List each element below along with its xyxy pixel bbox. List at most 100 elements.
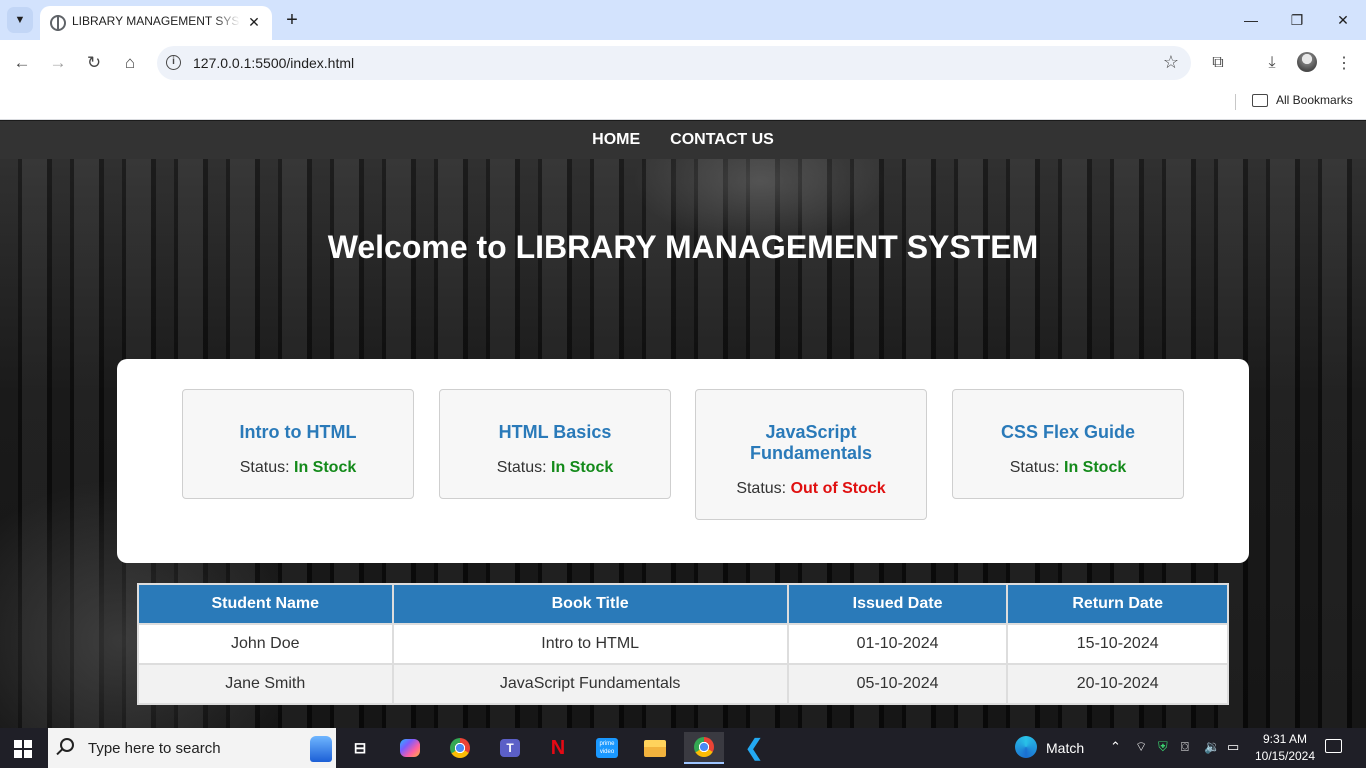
windows-logo-icon: [14, 750, 22, 758]
tab-title: LIBRARY MANAGEMENT SYSTEM: [72, 14, 240, 28]
address-bar[interactable]: i 127.0.0.1:5500/index.html ☆: [157, 46, 1191, 80]
chrome-profile-taskbar-button[interactable]: [684, 732, 724, 764]
folder-icon[interactable]: [1252, 94, 1268, 107]
page-viewport: HOME CONTACT US Welcome to LIBRARY MANAG…: [0, 121, 1366, 728]
issued-date-cell: 05-10-2024: [786, 663, 1009, 705]
book-status: Status: Out of Stock: [710, 480, 912, 498]
meet-now-icon[interactable]: ⌼: [1181, 739, 1189, 755]
chrome-taskbar-button[interactable]: [440, 732, 480, 764]
home-button[interactable]: ⌂: [116, 49, 144, 77]
book-title: HTML Basics: [498, 422, 612, 442]
folder-icon: [644, 739, 666, 757]
close-icon: ✕: [248, 14, 260, 30]
task-view-icon: ⊟: [353, 740, 367, 757]
vscode-button[interactable]: ❮: [734, 732, 774, 764]
nav-home-link[interactable]: HOME: [592, 131, 640, 149]
download-icon: ⤓: [1268, 54, 1276, 71]
downloads-button[interactable]: ⤓: [1258, 49, 1286, 77]
book-status: Status: In Stock: [454, 459, 656, 477]
bookmarks-bar: All Bookmarks: [0, 86, 1366, 120]
nav-contact-link[interactable]: CONTACT US: [670, 131, 774, 149]
prime-video-icon: prime video: [596, 738, 618, 758]
battery-icon[interactable]: ▭: [1227, 739, 1239, 755]
plus-icon: +: [286, 9, 298, 31]
chevron-down-icon: ▼: [14, 14, 26, 26]
weather-icon[interactable]: [1015, 736, 1037, 758]
browser-toolbar: ← → ↻ ⌂ i 127.0.0.1:5500/index.html ☆ ⧉ …: [0, 40, 1366, 86]
column-header: Book Title: [391, 583, 789, 625]
extensions-button[interactable]: ⧉: [1204, 49, 1232, 77]
search-highlight-icon: [310, 736, 332, 762]
prime-video-button[interactable]: prime video: [587, 732, 627, 764]
system-clock[interactable]: 9:31 AM 10/15/2024: [1250, 731, 1320, 765]
new-tab-button[interactable]: +: [282, 9, 302, 31]
start-button[interactable]: [14, 740, 32, 758]
page-title: Welcome to LIBRARY MANAGEMENT SYSTEM: [327, 229, 1039, 265]
tab-search-button[interactable]: ▼: [7, 7, 33, 33]
url-text[interactable]: 127.0.0.1:5500/index.html: [193, 55, 354, 71]
bookmark-star-icon[interactable]: ☆: [1163, 52, 1179, 73]
taskbar-search-placeholder: Type here to search: [88, 740, 221, 757]
book-card[interactable]: Intro to HTML Status: In Stock: [182, 389, 414, 499]
teams-button[interactable]: T: [490, 732, 530, 764]
restore-button[interactable]: ❐: [1274, 0, 1320, 40]
close-tab-button[interactable]: ✕: [244, 12, 264, 32]
weather-label[interactable]: Match: [1046, 740, 1084, 756]
table-header-row: Student Name Book Title Issued Date Retu…: [137, 583, 1229, 625]
book-status: Status: In Stock: [197, 459, 399, 477]
copilot-icon: [400, 739, 420, 757]
puzzle-icon: ⧉: [1212, 54, 1224, 71]
file-explorer-button[interactable]: [635, 732, 675, 764]
chrome-icon: [694, 737, 714, 757]
netflix-button[interactable]: N: [538, 732, 578, 764]
book-card[interactable]: HTML Basics Status: In Stock: [439, 389, 671, 499]
site-info-icon[interactable]: i: [166, 55, 181, 70]
profile-avatar[interactable]: [1297, 52, 1317, 72]
active-tab[interactable]: LIBRARY MANAGEMENT SYSTEM ✕: [40, 6, 272, 40]
reload-icon: ↻: [86, 53, 102, 72]
book-card[interactable]: CSS Flex Guide Status: In Stock: [952, 389, 1184, 499]
site-navbar: HOME CONTACT US: [0, 121, 1366, 159]
all-bookmarks-label[interactable]: All Bookmarks: [1276, 93, 1353, 107]
column-header: Issued Date: [786, 583, 1009, 625]
taskbar-search-box[interactable]: Type here to search: [48, 728, 336, 768]
minimize-button[interactable]: —: [1228, 0, 1274, 40]
wifi-icon[interactable]: ⌔: [1135, 739, 1147, 755]
back-button[interactable]: ←: [8, 49, 36, 77]
status-value: Out of Stock: [790, 480, 886, 497]
windows-logo-icon: [14, 740, 22, 748]
vscode-icon: ❮: [744, 735, 764, 760]
divider: [1235, 94, 1236, 110]
menu-button[interactable]: ⋮: [1330, 49, 1358, 77]
notification-icon[interactable]: [1325, 739, 1342, 753]
column-header: Return Date: [1006, 583, 1229, 625]
copilot-button[interactable]: [390, 732, 430, 764]
security-shield-icon[interactable]: ⛨: [1158, 739, 1168, 755]
close-window-button[interactable]: ✕: [1320, 0, 1366, 40]
status-label: Status:: [736, 480, 787, 497]
close-icon: ✕: [1337, 11, 1349, 28]
windows-logo-icon: [24, 750, 32, 758]
minimize-icon: —: [1244, 12, 1258, 28]
book-card[interactable]: JavaScript Fundamentals Status: Out of S…: [695, 389, 927, 520]
kebab-menu-icon: ⋮: [1336, 55, 1352, 72]
table-row: Jane Smith JavaScript Fundamentals 05-10…: [137, 663, 1229, 705]
book-title: Intro to HTML: [239, 422, 357, 442]
status-value: In Stock: [1064, 459, 1127, 476]
books-panel: Intro to HTML Status: In Stock HTML Basi…: [117, 359, 1249, 563]
reload-button[interactable]: ↻: [80, 49, 108, 77]
speaker-icon[interactable]: 🔉: [1204, 739, 1220, 755]
chrome-icon: [450, 738, 470, 758]
student-name-cell: John Doe: [137, 623, 394, 665]
forward-button[interactable]: →: [44, 49, 72, 77]
windows-taskbar: Type here to search ⊟ T N prime video ❮ M…: [0, 728, 1366, 768]
search-icon: [60, 738, 74, 752]
student-name-cell: Jane Smith: [137, 663, 394, 705]
book-title: CSS Flex Guide: [1000, 422, 1136, 442]
status-value: In Stock: [551, 459, 614, 476]
chevron-up-icon[interactable]: ⌃: [1110, 739, 1121, 755]
task-view-button[interactable]: ⊟: [340, 732, 380, 764]
netflix-icon: N: [550, 736, 566, 759]
table-row: John Doe Intro to HTML 01-10-2024 15-10-…: [137, 623, 1229, 665]
globe-icon: [50, 15, 66, 31]
